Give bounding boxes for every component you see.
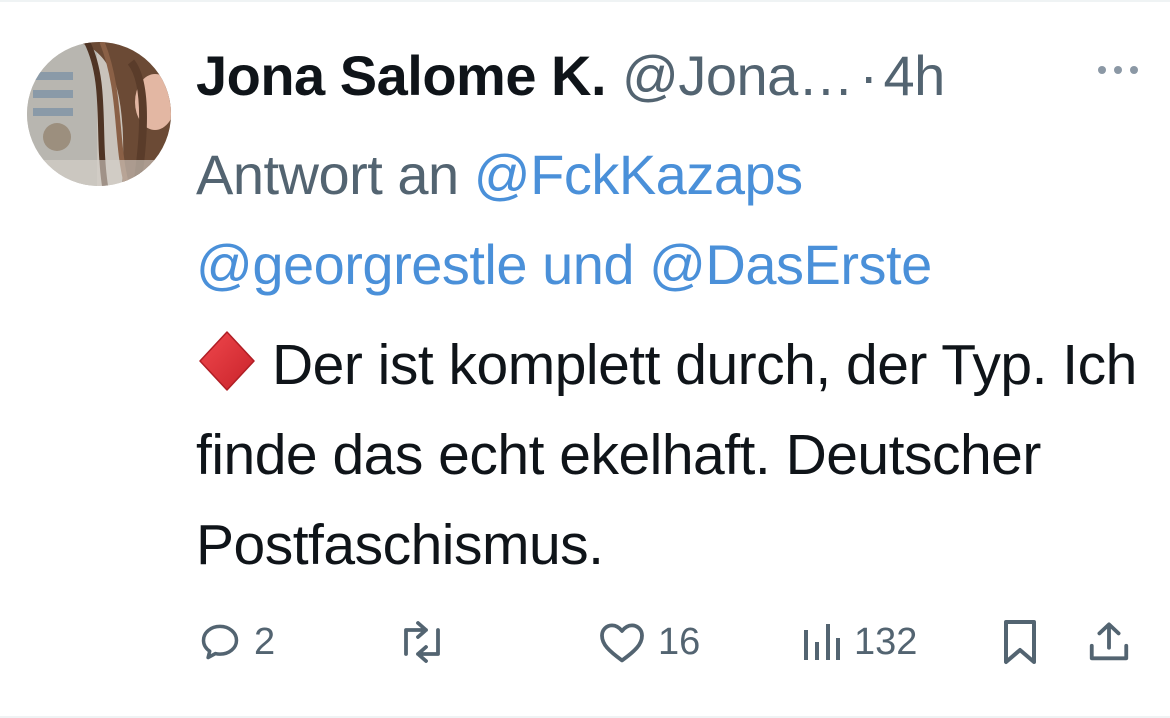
views-button[interactable]: 132 — [802, 602, 917, 682]
view-count: 132 — [854, 620, 918, 663]
retweet-icon — [404, 621, 440, 663]
mention-fckkazaps[interactable]: @FckKazaps — [474, 143, 803, 206]
tweet-text-content: Der ist komplett durch, der Typ. Ich fin… — [196, 333, 1137, 577]
separator-dot: · — [859, 43, 878, 107]
like-count: 16 — [658, 620, 701, 663]
retweet-button[interactable] — [396, 602, 460, 682]
author-avatar[interactable] — [27, 42, 171, 186]
author-display-name[interactable]: Jona Salome K. — [196, 43, 607, 108]
views-chart-icon — [804, 624, 840, 660]
reply-count: 2 — [254, 620, 276, 663]
mention-daserste[interactable]: @DasErste — [649, 233, 932, 296]
mention-georgrestle[interactable]: @georgrestle — [196, 233, 528, 296]
tweet-text: Der ist komplett durch, der Typ. Ich fin… — [196, 320, 1156, 590]
reply-prefix: Antwort an — [196, 143, 459, 206]
bookmark-icon — [1004, 620, 1036, 664]
tweet-header: Jona Salome K. @Jona… · 4h — [196, 40, 945, 110]
heart-icon — [600, 623, 644, 663]
reply-context: Antwort an @FckKazaps @georgrestle und @… — [196, 130, 1136, 310]
reply-joiner: und — [542, 233, 635, 296]
share-icon — [1089, 622, 1129, 661]
like-button[interactable]: 16 — [598, 602, 700, 682]
tweet-timestamp[interactable]: 4h — [883, 43, 945, 108]
reply-icon — [201, 624, 239, 660]
tweet-card[interactable]: Jona Salome K. @Jona… · 4h Antwort an @F… — [0, 0, 1170, 718]
avatar-photo — [27, 42, 171, 186]
more-horizontal-icon — [1098, 66, 1138, 74]
more-options-button[interactable] — [1092, 58, 1144, 82]
red-diamond-icon — [196, 328, 258, 391]
author-handle[interactable]: @Jona… — [622, 43, 854, 108]
share-button[interactable] — [1086, 602, 1132, 682]
tweet-actions: 2 16 132 — [0, 602, 1170, 682]
reply-button[interactable]: 2 — [198, 602, 275, 682]
bookmark-button[interactable] — [1000, 602, 1040, 682]
